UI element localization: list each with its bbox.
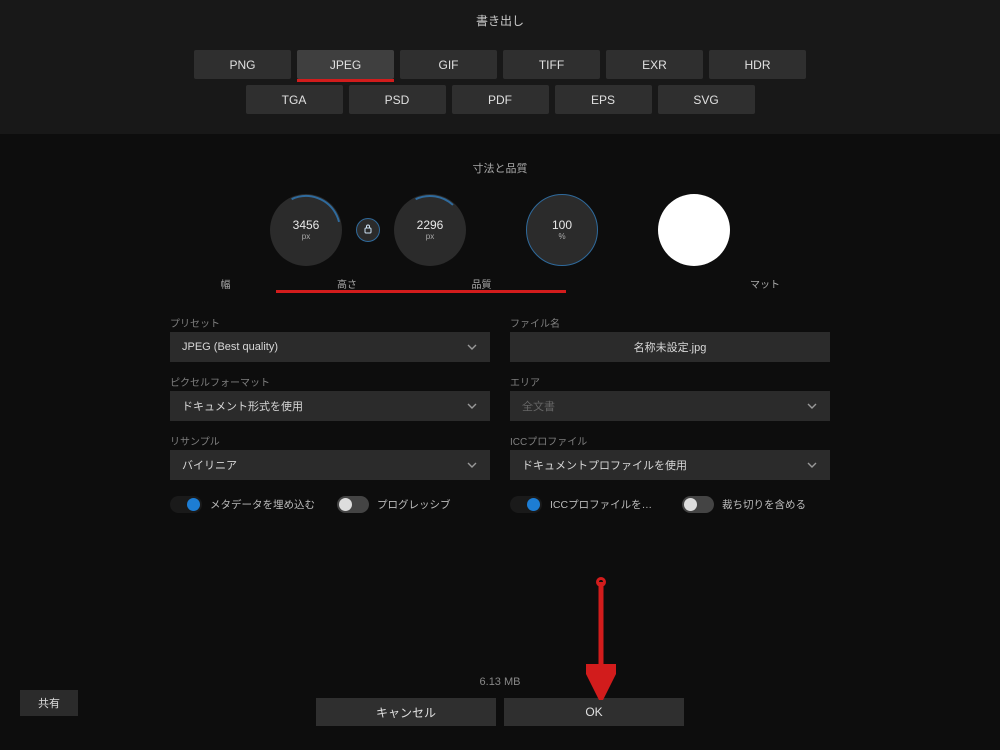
preset-value: JPEG (Best quality) bbox=[182, 341, 278, 353]
annotation-underline bbox=[276, 290, 566, 293]
icc-profile-value: ドキュメントプロファイルを使用 bbox=[522, 457, 687, 473]
format-tab-exr[interactable]: EXR bbox=[606, 50, 703, 79]
format-tab-pdf[interactable]: PDF bbox=[452, 85, 549, 114]
resample-select[interactable]: バイリニア bbox=[170, 450, 490, 480]
chevron-down-icon bbox=[466, 459, 478, 471]
quality-unit: % bbox=[558, 232, 565, 241]
embed-icc-toggle[interactable] bbox=[510, 496, 542, 513]
format-tab-tiff[interactable]: TIFF bbox=[503, 50, 600, 79]
area-value: 全文書 bbox=[522, 398, 555, 414]
progressive-label: プログレッシブ bbox=[377, 497, 451, 512]
pixel-format-select[interactable]: ドキュメント形式を使用 bbox=[170, 391, 490, 421]
preset-label: プリセット bbox=[170, 315, 490, 330]
footer: 6.13 MB キャンセル OK bbox=[0, 662, 1000, 750]
embed-icc-label: ICCプロファイルを埋… bbox=[550, 497, 660, 512]
width-label: 幅 bbox=[170, 276, 281, 291]
chevron-down-icon bbox=[466, 341, 478, 353]
filename-value: 名称未設定.jpg bbox=[634, 339, 707, 355]
section-dimensions-label: 寸法と品質 bbox=[0, 160, 1000, 176]
matte-swatch[interactable] bbox=[658, 194, 730, 266]
preset-select[interactable]: JPEG (Best quality) bbox=[170, 332, 490, 362]
share-button[interactable]: 共有 bbox=[20, 690, 78, 716]
icc-profile-label: ICCプロファイル bbox=[510, 433, 830, 448]
aspect-lock-button[interactable] bbox=[356, 218, 380, 242]
cancel-button[interactable]: キャンセル bbox=[316, 698, 496, 726]
embed-metadata-toggle[interactable] bbox=[170, 496, 202, 513]
chevron-down-icon bbox=[466, 400, 478, 412]
dialog-title: 書き出し bbox=[0, 0, 1000, 40]
format-tab-gif[interactable]: GIF bbox=[400, 50, 497, 79]
matte-label: マット bbox=[700, 276, 830, 291]
format-tab-hdr[interactable]: HDR bbox=[709, 50, 806, 79]
format-tab-psd[interactable]: PSD bbox=[349, 85, 446, 114]
resample-value: バイリニア bbox=[182, 457, 237, 473]
area-label: エリア bbox=[510, 374, 830, 389]
pixel-format-label: ピクセルフォーマット bbox=[170, 374, 490, 389]
quality-value: 100 bbox=[552, 219, 572, 233]
icc-profile-select[interactable]: ドキュメントプロファイルを使用 bbox=[510, 450, 830, 480]
progressive-toggle[interactable] bbox=[337, 496, 369, 513]
embed-metadata-label: メタデータを埋め込む bbox=[210, 497, 315, 512]
filesize-label: 6.13 MB bbox=[480, 676, 521, 688]
format-tab-eps[interactable]: EPS bbox=[555, 85, 652, 114]
include-bleed-label: 裁ち切りを含める bbox=[722, 497, 806, 512]
annotation-underline bbox=[297, 79, 394, 82]
lock-icon bbox=[364, 224, 372, 237]
include-bleed-toggle[interactable] bbox=[682, 496, 714, 513]
ok-button[interactable]: OK bbox=[504, 698, 684, 726]
width-dial[interactable]: 3456 px bbox=[270, 194, 342, 266]
quality-dial[interactable]: 100 % bbox=[526, 194, 598, 266]
dials-container: 3456 px 2296 px 100 % bbox=[0, 194, 1000, 266]
chevron-down-icon bbox=[806, 400, 818, 412]
format-tab-png[interactable]: PNG bbox=[194, 50, 291, 79]
format-tab-tga[interactable]: TGA bbox=[246, 85, 343, 114]
resample-label: リサンプル bbox=[170, 433, 490, 448]
chevron-down-icon bbox=[806, 459, 818, 471]
filename-field[interactable]: 名称未設定.jpg bbox=[510, 332, 830, 362]
pixel-format-value: ドキュメント形式を使用 bbox=[182, 398, 303, 414]
format-panel: PNGJPEGGIFTIFFEXRHDR TGAPSDPDFEPSSVG bbox=[0, 40, 1000, 134]
height-dial[interactable]: 2296 px bbox=[394, 194, 466, 266]
height-label: 高さ bbox=[281, 276, 413, 291]
format-tab-jpeg[interactable]: JPEG bbox=[297, 50, 394, 79]
area-select: 全文書 bbox=[510, 391, 830, 421]
filename-label: ファイル名 bbox=[510, 315, 830, 330]
quality-label: 品質 bbox=[413, 276, 550, 291]
format-tab-svg[interactable]: SVG bbox=[658, 85, 755, 114]
